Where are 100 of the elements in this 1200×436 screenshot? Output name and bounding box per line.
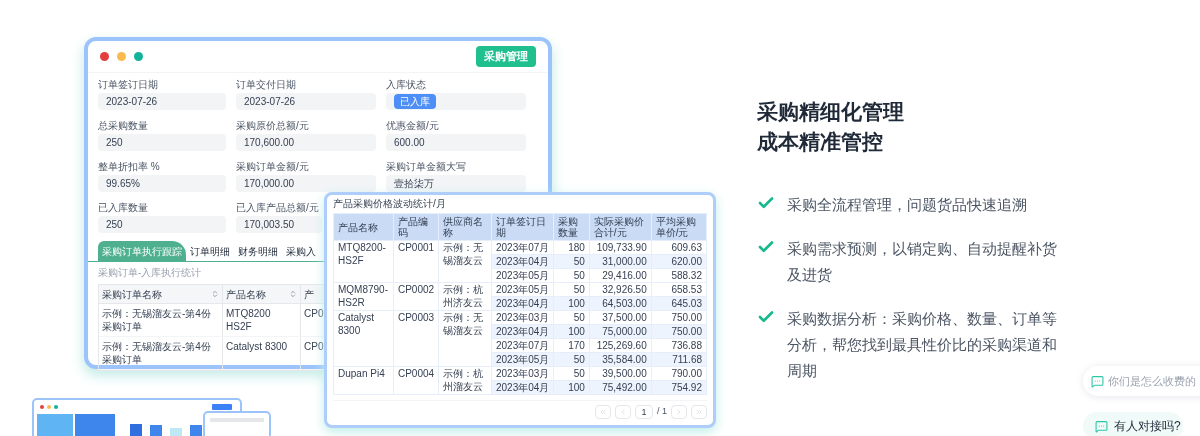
table-cell: 2023年07月: [491, 240, 554, 255]
column-header: 产: [304, 287, 314, 302]
table-cell-text: 示例：无锡溜友云-第4份采购订单: [102, 307, 212, 333]
tab[interactable]: 财务明细: [234, 241, 282, 261]
table-cell: 100: [553, 296, 590, 311]
table-title: 产品采购价格波动统计/月: [333, 197, 446, 211]
table-cell-text: 示例：无锡溜友云: [443, 241, 485, 267]
field-label: 采购原价总额/元: [236, 121, 309, 131]
table-cell: 658.53: [651, 282, 707, 297]
column-header: 供应商名称: [438, 213, 492, 241]
last-page-button[interactable]: [691, 405, 707, 419]
table-cell: Catalyst 8300: [226, 340, 288, 353]
table-cell: MQM8790-HS2R: [338, 283, 389, 309]
page-input[interactable]: 1: [635, 405, 653, 419]
field-value: 99.65%: [98, 175, 226, 192]
table-cell: 2023年05月: [491, 268, 554, 283]
table-cell: 50: [553, 254, 590, 269]
headline: 成本精准管控: [757, 129, 884, 155]
table-cell-text: 示例：无锡溜友云: [443, 311, 485, 337]
field-value: 2023-07-26: [98, 93, 226, 110]
table-cell-text: 示例：无锡溜友云-第4份采购订单: [102, 340, 212, 366]
table-cell: 35,584.00: [589, 352, 652, 367]
field-value: 2023-07-26: [236, 93, 376, 110]
table-cell: 754.92: [651, 380, 707, 395]
table-cell: 2023年07月: [491, 338, 554, 353]
table-cell: 2023年04月: [491, 324, 554, 339]
table-cell: 2023年05月: [491, 352, 554, 367]
chat-suggestion[interactable]: 有人对接吗?: [1083, 412, 1183, 436]
headline: 采购精细化管理: [757, 99, 905, 125]
sort-icon[interactable]: [289, 290, 297, 298]
previous-page-button[interactable]: [615, 405, 631, 419]
table-cell: CP0001: [397, 241, 435, 254]
table-cell: 2023年03月: [491, 310, 554, 325]
last-page-icon: [695, 408, 703, 416]
table-cell-text: Catalyst 8300: [338, 311, 376, 337]
field-label: 优惠金额/元: [386, 121, 439, 131]
table-cell: CP0003: [397, 311, 435, 324]
next-page-button[interactable]: [671, 405, 687, 419]
table-cell: 645.03: [651, 296, 707, 311]
field-value: 壹拾柒万: [386, 175, 526, 192]
table-cell: 180: [553, 240, 590, 255]
column-header: 采购订单名称: [102, 287, 162, 302]
table-cell: 2023年04月: [491, 380, 554, 395]
table-cell: 50: [553, 282, 590, 297]
table-cell: 50: [553, 352, 590, 367]
table-cell: 100: [553, 324, 590, 339]
sort-icon[interactable]: [211, 290, 219, 298]
table-cell: CP0: [304, 307, 324, 320]
table-cell: 50: [553, 268, 590, 283]
field-label: 已入库数量: [98, 203, 148, 213]
column-header: 产品编码: [393, 213, 439, 241]
table-cell: 609.63: [651, 240, 707, 255]
table-cell: 64,503.00: [589, 296, 652, 311]
field-label: 订单签订日期: [98, 80, 158, 90]
table-cell: 790.00: [651, 366, 707, 381]
table-cell: 31,000.00: [589, 254, 652, 269]
status-tag: 已入库: [394, 94, 436, 109]
column-header: 采购数量: [553, 213, 590, 241]
table-cell: 75,492.00: [589, 380, 652, 395]
section-title: 采购订单-入库执行统计: [98, 268, 202, 278]
table-cell: 711.68: [651, 352, 707, 367]
table-cell: 2023年04月: [491, 296, 554, 311]
table-cell: 32,926.50: [589, 282, 652, 297]
table-cell: 750.00: [651, 310, 707, 325]
table-cell: 29,416.00: [589, 268, 652, 283]
table-cell: 170: [553, 338, 590, 353]
message-icon: [1091, 374, 1104, 388]
field-label: 采购订单金额/元: [236, 162, 309, 172]
first-page-button[interactable]: [595, 405, 611, 419]
table-cell: 125,269.60: [589, 338, 652, 353]
feature-text: 采购需求预测，以销定购、自动提醒补货及进货: [787, 239, 1057, 285]
table-cell: CP0002: [397, 283, 435, 296]
table-cell: 37,500.00: [589, 310, 652, 325]
field-label: 订单交付日期: [236, 80, 296, 90]
table-cell: 39,500.00: [589, 366, 652, 381]
feature-text: 采购数据分析：采购价格、数量、订单等分析，帮您找到最具性价比的采购渠道和周期: [787, 309, 1057, 381]
module-badge: 采购管理: [476, 46, 536, 67]
table-cell: 75,000.00: [589, 324, 652, 339]
table-cell-text: 示例：杭州溜友云: [443, 367, 485, 393]
field-label: 已入库产品总额/元: [236, 203, 319, 213]
field-label: 入库状态: [386, 80, 426, 90]
next-icon: [675, 408, 683, 416]
field-label: 整单折扣率 %: [98, 162, 160, 172]
table-cell: 750.00: [651, 324, 707, 339]
feature-text: 采购全流程管理，问题货品快速追溯: [787, 195, 1028, 215]
table-cell-text: 示例：杭州济友云: [443, 283, 485, 309]
field-value: 170,000.00: [236, 175, 376, 192]
first-page-icon: [599, 408, 607, 416]
table-cell: CP0004: [397, 367, 435, 380]
table-cell: 50: [553, 366, 590, 381]
table-cell-text: MTQ8200 HS2F: [226, 307, 272, 333]
message-icon: [1095, 419, 1108, 433]
column-header: 产品名称: [333, 213, 394, 241]
field-value: 250: [98, 134, 226, 151]
field-value: 170,003.50: [236, 216, 322, 233]
tab[interactable]: 采购入: [282, 241, 320, 261]
table-cell: 736.88: [651, 338, 707, 353]
page-total: / 1: [657, 405, 667, 419]
previous-icon: [619, 408, 627, 416]
tab[interactable]: 订单明细: [186, 241, 234, 261]
